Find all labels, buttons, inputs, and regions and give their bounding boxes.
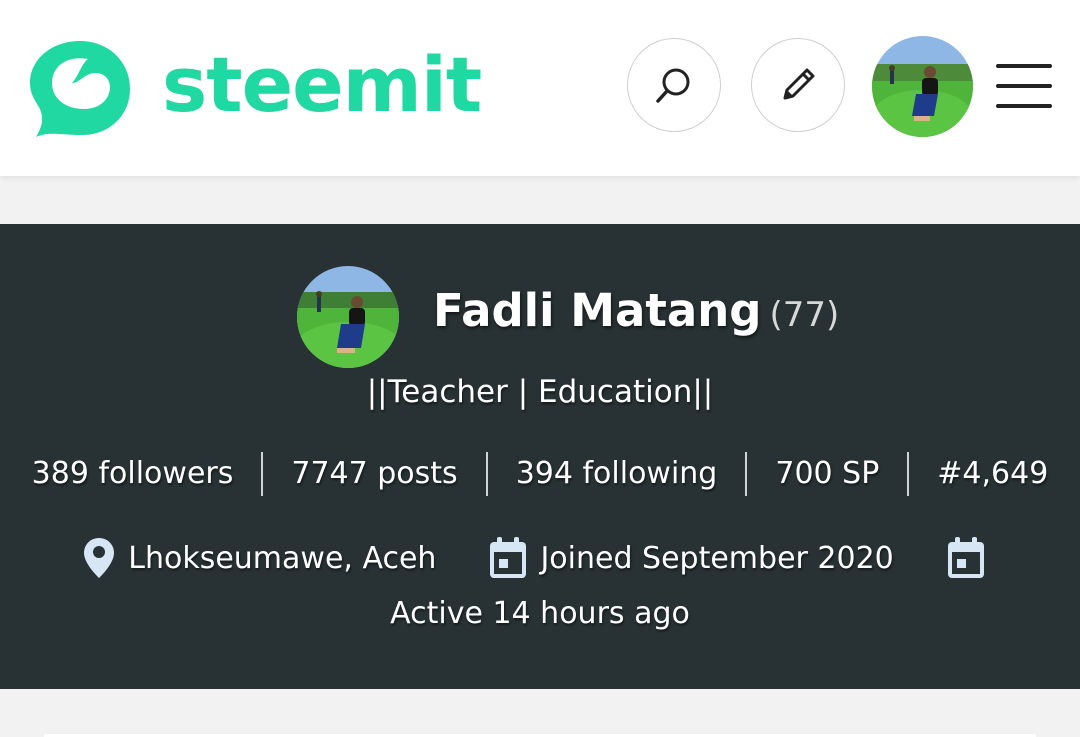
profile-name: Fadli Matang — [433, 284, 762, 337]
hamburger-menu-icon[interactable] — [994, 60, 1054, 112]
calendar-icon — [490, 537, 527, 578]
profile-name-row: Fadli Matang (77) — [433, 284, 839, 337]
top-header: steemit — [0, 0, 1080, 176]
calendar-button[interactable] — [946, 536, 998, 580]
calendar-icon — [947, 537, 984, 578]
search-icon — [656, 68, 690, 103]
reputation-score: (77) — [769, 295, 840, 335]
profile-meta: Lhokseumawe, Aceh Joined September 2020 — [0, 536, 1080, 580]
profile-about: ||Teacher | Education|| — [366, 374, 714, 410]
profile-banner: Fadli Matang (77) ||Teacher | Education||… — [0, 224, 1080, 689]
location-text: Lhokseumawe, Aceh — [128, 540, 437, 576]
pencil-icon — [783, 68, 815, 100]
joined-date: Joined September 2020 — [488, 536, 894, 580]
followers-count[interactable]: 389 followers — [4, 452, 262, 496]
following-count[interactable]: 394 following — [488, 452, 746, 496]
steemit-wordmark[interactable]: steemit — [162, 40, 482, 130]
location: Lhokseumawe, Aceh — [82, 536, 436, 580]
profile-stats: 389 followers 7747 posts 394 following 7… — [0, 452, 1080, 496]
rank: #4,649 — [937, 456, 1049, 491]
last-active: Active 14 hours ago — [390, 596, 690, 631]
profile-avatar[interactable] — [297, 266, 399, 368]
write-post-button[interactable] — [751, 38, 845, 132]
steem-power: 700 SP — [775, 456, 880, 491]
search-button[interactable] — [627, 38, 721, 132]
location-pin-icon — [84, 538, 115, 578]
steemit-logo-icon[interactable] — [26, 33, 134, 141]
posts-count: 7747 posts — [291, 456, 458, 491]
joined-text: Joined September 2020 — [540, 540, 894, 576]
user-avatar[interactable] — [872, 36, 973, 137]
